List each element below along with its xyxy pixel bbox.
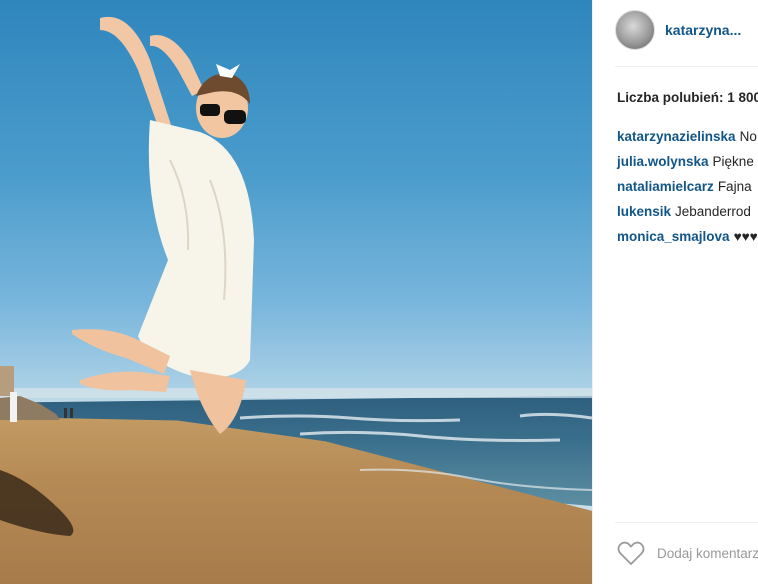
comment-text: Jebanderrod (675, 204, 751, 219)
heart-icon[interactable] (617, 540, 645, 566)
comment-text: Piękne (712, 154, 754, 169)
comment-author-link[interactable]: monica_smajlova (617, 229, 730, 244)
likes-count[interactable]: Liczba polubień: 1 800 (617, 90, 758, 105)
header-divider (615, 66, 758, 67)
comment-text: No (739, 129, 757, 144)
add-comment-input[interactable] (657, 545, 758, 561)
comment-footer (617, 540, 758, 566)
comment-text: ♥♥♥ (733, 229, 758, 244)
comment-text: Fajna (717, 179, 752, 194)
username-link[interactable]: katarzyna... (665, 22, 741, 38)
comment-item: julia.wolynska Piękne (617, 153, 758, 178)
comment-author-link[interactable]: nataliamielcarz (617, 179, 714, 194)
post-photo[interactable] (0, 0, 592, 584)
post-sidebar: katarzyna... Liczba polubień: 1 800 kata… (592, 0, 758, 584)
comment-item: lukensik Jebanderrod (617, 203, 758, 228)
comment-author-link[interactable]: lukensik (617, 204, 671, 219)
comment-author-link[interactable]: julia.wolynska (617, 154, 709, 169)
post-header: katarzyna... (615, 10, 741, 50)
avatar[interactable] (615, 10, 655, 50)
footer-divider (615, 522, 758, 523)
comment-author-link[interactable]: katarzynazielinska (617, 129, 736, 144)
comment-item: nataliamielcarz Fajna (617, 178, 758, 203)
comment-item: katarzynazielinska No (617, 128, 758, 153)
comment-list: katarzynazielinska No julia.wolynska Piękn… (617, 128, 758, 253)
photo-scene (0, 16, 592, 536)
comment-item: monica_smajlova ♥♥♥ (617, 228, 758, 253)
